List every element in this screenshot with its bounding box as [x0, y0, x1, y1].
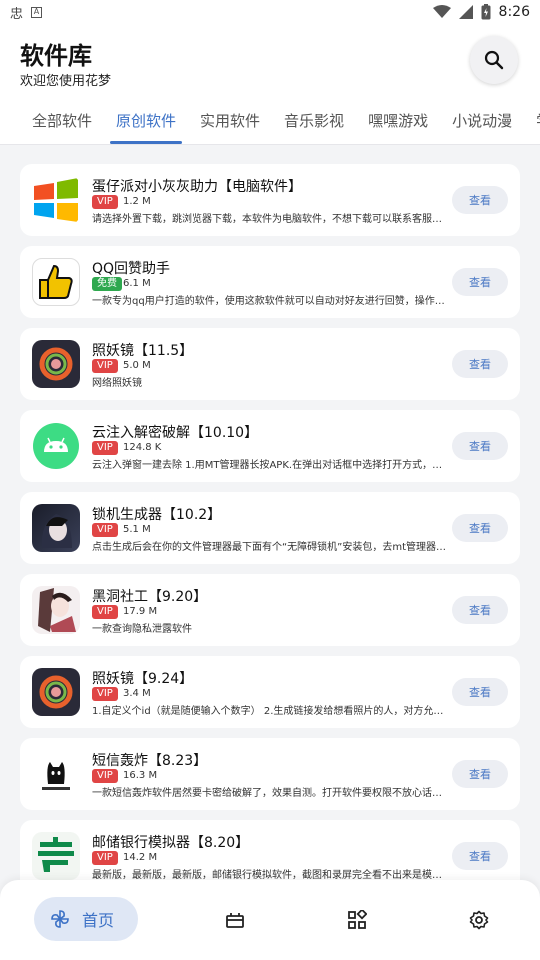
app-description: 请选择外置下载，跳浏览器下载，本软件为电脑软件，不想下载可以联系客服免费领取 [92, 214, 450, 225]
app-name: 蛋仔派对小灰灰助力【电脑软件】 [92, 179, 302, 195]
tab-original-software[interactable]: 原创软件 [104, 104, 188, 144]
app-description: 一款查询隐私泄露软件 [92, 624, 192, 635]
vip-badge: VIP [92, 687, 118, 701]
view-button[interactable]: 查看 [452, 514, 508, 542]
wifi-icon [432, 5, 451, 18]
view-button[interactable]: 查看 [452, 350, 508, 378]
file-size: 124.8 K [123, 442, 162, 453]
app-description: 云注入弹窗一建去除 1.用MT管理器长按APK.在弹出对话框中选择打开方式，然后… [92, 460, 450, 471]
list-item[interactable]: QQ回赞助手 免费 6.1 M 一款专为qq用户打造的软件，使用这款软件就可以自… [20, 246, 520, 318]
view-button[interactable]: 查看 [452, 596, 508, 624]
list-item[interactable]: 短信轰炸【8.23】 VIP 16.3 M 一款短信轰炸软件居然要卡密给破解了，… [20, 738, 520, 810]
file-size: 6.1 M [123, 278, 151, 289]
list-item[interactable]: 黑洞社工【9.20】 VIP 17.9 M 一款查询隐私泄露软件 查看 [20, 574, 520, 646]
app-description: 1.自定义个id（就是随便输入个数字） 2.生成链接发给想看照片的人，对方允许后… [92, 706, 450, 717]
vip-badge: VIP [92, 441, 118, 455]
tab-music-video[interactable]: 音乐影视 [272, 104, 356, 144]
app-description: 最新版，最新版，最新版，邮储银行模拟软件，截图和录屏完全看不出来是模拟的 [92, 870, 450, 881]
view-button[interactable]: 查看 [452, 678, 508, 706]
list-item[interactable]: 蛋仔派对小灰灰助力【电脑软件】 VIP 1.2 M 请选择外置下载，跳浏览器下载… [20, 164, 520, 236]
postal-logo-icon [32, 832, 80, 880]
app-notification-icon: 忠 [10, 6, 24, 22]
app-description: 网络照妖镜 [92, 378, 142, 389]
list-item[interactable]: 云注入解密破解【10.10】 VIP 124.8 K 云注入弹窗一建去除 1.用… [20, 410, 520, 482]
search-button[interactable] [470, 36, 518, 84]
app-name: 黑洞社工【9.20】 [92, 589, 208, 605]
vip-badge: VIP [92, 769, 118, 783]
page-title: 软件库 [20, 42, 92, 70]
file-size: 5.0 M [123, 360, 151, 371]
category-tabs: 全部软件 原创软件 实用软件 音乐影视 嘿嘿游戏 小说动漫 学习 [0, 104, 540, 144]
vip-badge: VIP [92, 195, 118, 209]
view-button[interactable]: 查看 [452, 842, 508, 870]
app-name: 短信轰炸【8.23】 [92, 753, 208, 769]
app-description: 一款短信轰炸软件居然要卡密给破解了，效果自测。打开软件要权限不放心话全部拒绝即可 [92, 788, 450, 799]
app-name: 照妖镜【11.5】 [92, 343, 194, 359]
vip-badge: VIP [92, 523, 118, 537]
android-icon [32, 422, 80, 470]
apps-grid-icon[interactable] [347, 910, 367, 930]
tab-games[interactable]: 嘿嘿游戏 [356, 104, 440, 144]
bottom-navigation: 首页 [0, 880, 540, 960]
signal-icon [458, 5, 473, 19]
page-subtitle: 欢迎您使用花梦 [20, 74, 112, 89]
vip-badge: VIP [92, 851, 118, 865]
gift-box-icon[interactable] [225, 910, 245, 930]
list-item[interactable]: 锁机生成器【10.2】 VIP 5.1 M 点击生成后会在你的文件管理器最下面有… [20, 492, 520, 564]
vip-badge: VIP [92, 359, 118, 373]
windows-logo-icon [32, 176, 80, 224]
ring-icon [32, 668, 80, 716]
header-divider [0, 144, 540, 145]
cat-icon [32, 750, 80, 798]
file-size: 5.1 M [123, 524, 151, 535]
anime-girl-icon [32, 586, 80, 634]
app-name: 邮储银行模拟器【8.20】 [92, 835, 250, 851]
list-item[interactable]: 照妖镜【9.24】 VIP 3.4 M 1.自定义个id（就是随便输入个数字） … [20, 656, 520, 728]
file-size: 3.4 M [123, 688, 151, 699]
app-name: 照妖镜【9.24】 [92, 671, 194, 687]
app-description: 一款专为qq用户打造的软件，使用这款软件就可以自动对好友进行回赞，操作方便简单 [92, 296, 450, 307]
nav-home-label: 首页 [82, 911, 115, 930]
nav-home-button[interactable]: 首页 [34, 897, 138, 941]
view-button[interactable]: 查看 [452, 186, 508, 214]
tab-all-software[interactable]: 全部软件 [20, 104, 104, 144]
view-button[interactable]: 查看 [452, 432, 508, 460]
anime-portrait-icon [32, 504, 80, 552]
app-name: 云注入解密破解【10.10】 [92, 425, 259, 441]
search-icon [484, 50, 504, 70]
pinwheel-icon [51, 910, 69, 928]
view-button[interactable]: 查看 [452, 760, 508, 788]
app-name: QQ回赞助手 [92, 261, 171, 277]
thumbs-up-icon [32, 258, 80, 306]
notification-icon: A [31, 6, 43, 18]
app-list: 蛋仔派对小灰灰助力【电脑软件】 VIP 1.2 M 请选择外置下载，跳浏览器下载… [20, 164, 520, 902]
free-badge: 免费 [92, 277, 122, 291]
battery-icon [481, 4, 491, 20]
clock: 8:26 [498, 4, 530, 20]
ring-icon [32, 340, 80, 388]
view-button[interactable]: 查看 [452, 268, 508, 296]
header: 软件库 欢迎您使用花梦 全部软件 原创软件 实用软件 音乐影视 嘿嘿游戏 小说动… [0, 24, 540, 144]
app-description: 点击生成后会在你的文件管理器最下面有个“无障碍锁机”安装包，去mt管理器找到安装… [92, 542, 450, 553]
tab-learning[interactable]: 学习 [524, 104, 540, 144]
tab-utility-software[interactable]: 实用软件 [188, 104, 272, 144]
file-size: 14.2 M [123, 852, 158, 863]
settings-gear-icon[interactable] [469, 910, 489, 930]
file-size: 17.9 M [123, 606, 158, 617]
list-item[interactable]: 照妖镜【11.5】 VIP 5.0 M 网络照妖镜 查看 [20, 328, 520, 400]
file-size: 1.2 M [123, 196, 151, 207]
status-bar: 忠 A 8:26 [0, 0, 540, 24]
file-size: 16.3 M [123, 770, 158, 781]
vip-badge: VIP [92, 605, 118, 619]
app-name: 锁机生成器【10.2】 [92, 507, 222, 523]
tab-novels-anime[interactable]: 小说动漫 [440, 104, 524, 144]
